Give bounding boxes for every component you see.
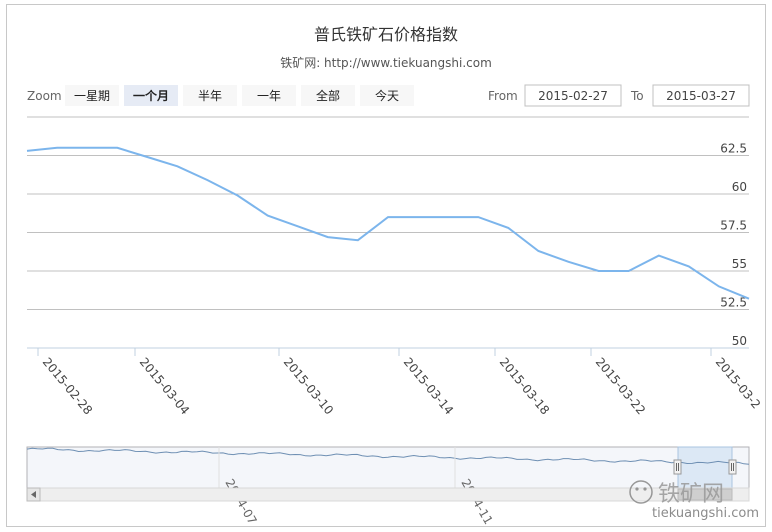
series-line-price — [26, 146, 750, 300]
x-tick-label: 2015-03-04 — [137, 355, 193, 417]
y-tick-label: 52.5 — [720, 296, 747, 310]
range-button[interactable]: 一年 — [242, 85, 296, 106]
range-button[interactable]: 半年 — [183, 85, 237, 106]
range-button-label: 一星期 — [74, 89, 110, 103]
y-tick-label: 50 — [732, 334, 747, 348]
range-button[interactable]: 一星期 — [65, 85, 119, 106]
x-axis-ticks: 2015-02-28 2015-03-04 2015-03-10 2015-03-14… — [37, 348, 764, 417]
navigator-scrollbar[interactable] — [26, 487, 750, 502]
to-date-input[interactable]: 2015-03-27 — [652, 84, 750, 107]
to-date-value: 2015-03-27 — [666, 89, 736, 103]
chart-container: 普氏铁矿石价格指数 铁矿网: http://www.tiekuangshi.co… — [6, 4, 766, 527]
from-date-input[interactable]: 2015-02-27 — [524, 84, 622, 107]
navigator: 2014-07 2014-11 — [26, 446, 750, 526]
range-selector: 一星期 一个月 半年 一年 全部 今天 — [65, 85, 414, 106]
x-tick-label: 2015-03-18 — [497, 355, 553, 417]
chart-subtitle: 铁矿网: http://www.tiekuangshi.com — [280, 56, 492, 70]
navigator-handle-right[interactable] — [728, 459, 737, 475]
range-button-label: 今天 — [375, 88, 399, 103]
x-tick-label: 2015-02-28 — [40, 355, 96, 417]
y-axis-labels: 50 52.5 55 57.5 60 62.5 — [720, 142, 747, 349]
y-tick-label: 62.5 — [720, 142, 747, 156]
x-tick-label: 2015-03-22 — [593, 355, 649, 417]
y-tick-label: 60 — [732, 180, 747, 194]
watermark-brand: 铁矿网 — [658, 482, 724, 507]
y-tick-label: 55 — [732, 257, 747, 271]
range-button-label: 半年 — [198, 89, 222, 103]
range-button-label: 全部 — [316, 88, 340, 103]
from-date-value: 2015-02-27 — [538, 89, 608, 103]
from-label: From — [488, 89, 518, 103]
scroll-left-button[interactable] — [26, 487, 41, 502]
zoom-label: Zoom — [27, 89, 62, 103]
x-tick-label: 2015-03-14 — [401, 355, 457, 417]
range-button[interactable]: 今天 — [360, 85, 414, 106]
to-label: To — [630, 89, 644, 103]
watermark-site: tiekuangshi.com — [652, 506, 759, 521]
x-tick-label: 2015-03-10 — [281, 355, 337, 417]
grid-lines — [27, 116, 749, 310]
chart-title: 普氏铁矿石价格指数 — [314, 25, 458, 44]
chart-svg: 普氏铁矿石价格指数 铁矿网: http://www.tiekuangshi.co… — [26, 25, 764, 526]
x-tick-label: 2015-03-2 — [713, 355, 764, 412]
range-button[interactable]: 一个月 — [124, 85, 178, 106]
range-button[interactable]: 全部 — [301, 85, 355, 106]
navigator-background — [26, 446, 750, 489]
range-button-label: 一个月 — [133, 88, 169, 103]
y-tick-label: 57.5 — [720, 219, 747, 233]
navigator-handle-left[interactable] — [673, 459, 682, 475]
range-button-label: 一年 — [257, 89, 281, 103]
